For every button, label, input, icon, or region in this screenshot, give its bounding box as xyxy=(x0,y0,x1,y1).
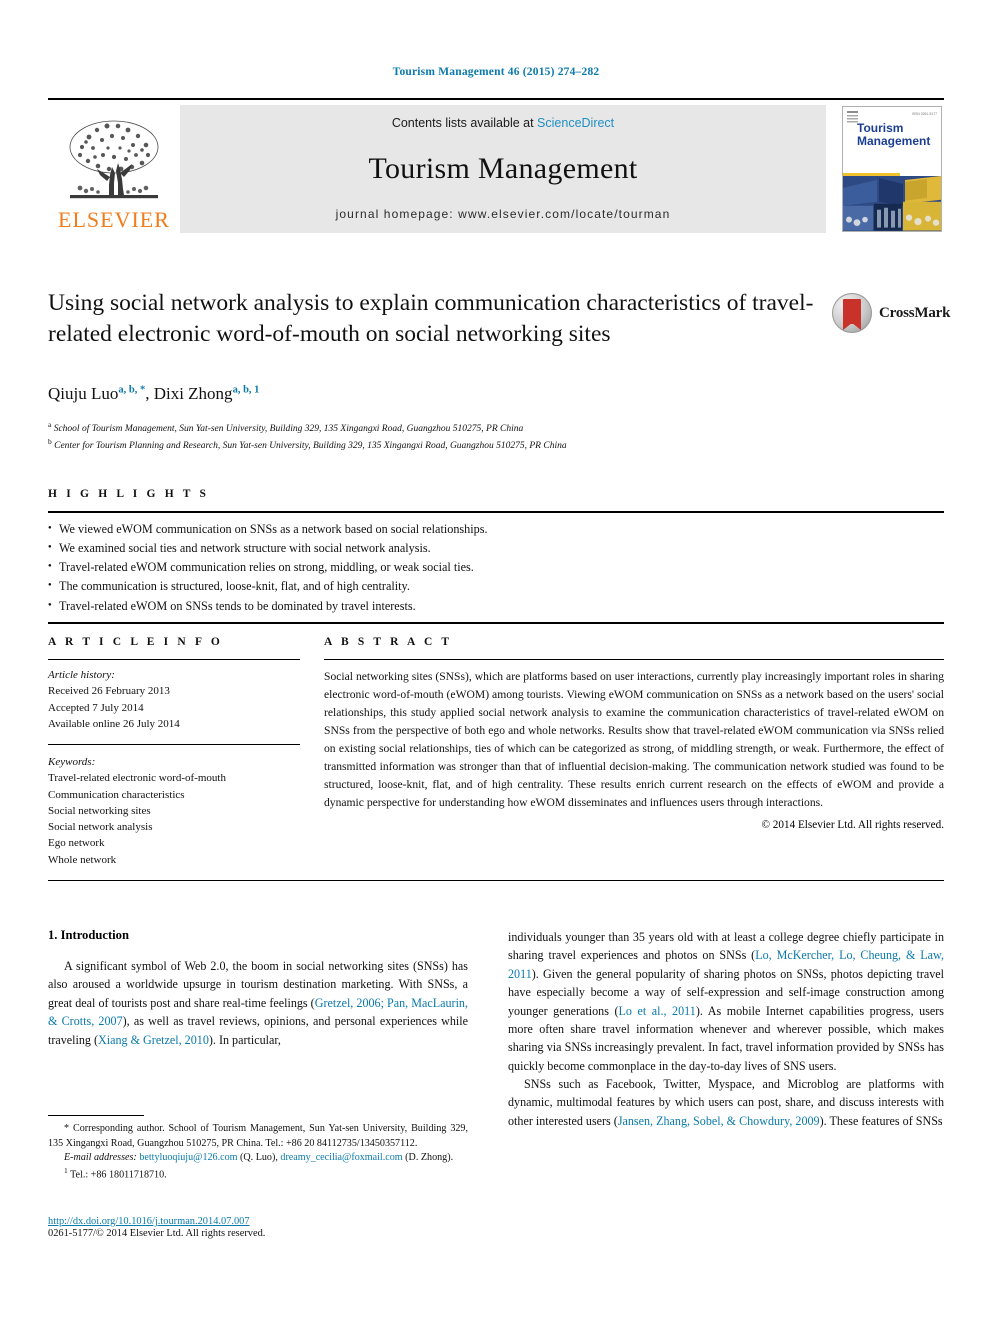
cover-photo xyxy=(843,176,941,231)
author-marks-2: a, b, 1 xyxy=(232,384,260,396)
highlight-item: We examined social ties and network stru… xyxy=(48,539,944,558)
highlight-item: We viewed eWOM communication on SNSs as … xyxy=(48,520,944,539)
keyword-item: Whole network xyxy=(48,853,117,866)
footnote-corresponding-author: * Corresponding author. School of Touris… xyxy=(48,1123,468,1149)
running-head: Tourism Management 46 (2015) 274–282 xyxy=(392,66,600,78)
highlights-divider xyxy=(48,511,944,513)
keywords-label: Keywords: xyxy=(48,756,96,769)
body-top-divider xyxy=(48,880,944,881)
title-block: Using social network analysis to explain… xyxy=(48,288,818,349)
journal-title: Tourism Management xyxy=(368,151,638,185)
article-info-section: A R T I C L E I N F O Article history: R… xyxy=(48,636,300,868)
journal-masthead: ELSEVIER Contents lists available at Sci… xyxy=(48,98,944,233)
affiliations: a School of Tourism Management, Sun Yat-… xyxy=(48,420,808,454)
footer-block: http://dx.doi.org/10.1016/j.tourman.2014… xyxy=(48,1216,468,1239)
info-abstract-top-divider xyxy=(48,622,944,624)
highlights-heading: H I G H L I G H T S xyxy=(48,488,210,500)
crossmark-badge[interactable]: CrossMark xyxy=(832,292,952,334)
contents-available-line: Contents lists available at ScienceDirec… xyxy=(392,116,614,130)
citation-link[interactable]: Lo et al., 2011 xyxy=(619,1004,696,1018)
history-item: Available online 26 July 2014 xyxy=(48,717,180,730)
abstract-section: A B S T R A C T Social networking sites … xyxy=(324,636,944,831)
cover-issn-text: ISSN 0261-5177 xyxy=(911,112,937,116)
footnotes: * Corresponding author. School of Touris… xyxy=(48,1115,468,1183)
journal-homepage[interactable]: journal homepage: www.elsevier.com/locat… xyxy=(336,207,671,221)
affiliation-b: b Center for Tourism Planning and Resear… xyxy=(48,436,567,452)
highlight-item: The communication is structured, loose-k… xyxy=(48,577,944,596)
body-column-left: 1. Introduction A significant symbol of … xyxy=(48,928,468,1049)
paper-page: Tourism Management 46 (2015) 274–282 ELS… xyxy=(0,0,992,1323)
elsevier-tree-icon xyxy=(69,120,159,199)
author-marks-1: a, b, * xyxy=(118,384,146,396)
keyword-item: Social network analysis xyxy=(48,821,153,834)
email-link-1[interactable]: bettyluoqiuju@126.com xyxy=(139,1152,237,1163)
article-history-block: Article history: Received 26 February 20… xyxy=(48,667,300,732)
elsevier-wordmark: ELSEVIER xyxy=(58,207,170,232)
footnote-divider xyxy=(48,1115,144,1116)
highlight-item: Travel-related eWOM on SNSs tends to be … xyxy=(48,597,944,616)
author-name-2: Dixi Zhong xyxy=(153,384,233,403)
email-label: E-mail addresses: xyxy=(64,1152,137,1164)
citation-link[interactable]: Jansen, Zhang, Sobel, & Chowdury, 2009 xyxy=(618,1114,820,1128)
author-name-1: Qiuju Luo xyxy=(48,384,119,403)
abstract-heading: A B S T R A C T xyxy=(324,636,453,648)
keyword-item: Ego network xyxy=(48,837,105,850)
journal-band: Contents lists available at ScienceDirec… xyxy=(180,105,826,233)
affiliation-a: a School of Tourism Management, Sun Yat-… xyxy=(48,420,524,435)
email-link-2[interactable]: dreamy_cecilia@foxmail.com xyxy=(280,1152,402,1163)
keywords-block: Keywords: Travel-related electronic word… xyxy=(48,744,300,868)
section-heading-introduction: 1. Introduction xyxy=(48,928,129,942)
keyword-item: Social networking sites xyxy=(48,804,151,817)
citation-link[interactable]: Xiang & Gretzel, 2010 xyxy=(98,1033,209,1047)
issn-copyright-line: 0261-5177/© 2014 Elsevier Ltd. All right… xyxy=(48,1228,266,1239)
keyword-item: Communication characteristics xyxy=(48,788,185,801)
history-item: Accepted 7 July 2014 xyxy=(48,701,144,714)
sciencedirect-link[interactable]: ScienceDirect xyxy=(537,116,614,130)
history-item: Received 26 February 2013 xyxy=(48,685,170,698)
abstract-text: Social networking sites (SNSs), which ar… xyxy=(324,670,944,809)
elsevier-logo: ELSEVIER xyxy=(48,105,180,233)
cover-title: Tourism Management xyxy=(857,121,931,149)
abstract-copyright: © 2014 Elsevier Ltd. All rights reserved… xyxy=(761,818,945,831)
journal-cover-thumbnail: ISSN 0261-5177 Tourism Management xyxy=(840,105,944,233)
abstract-divider xyxy=(324,659,944,660)
highlight-item: Travel-related eWOM communication relies… xyxy=(48,558,944,577)
article-info-divider xyxy=(48,659,300,660)
article-info-heading: A R T I C L E I N F O xyxy=(48,636,223,648)
crossmark-label: CrossMark xyxy=(879,304,951,321)
article-history-label: Article history: xyxy=(48,669,115,681)
crossmark-icon xyxy=(832,293,872,333)
footnote-tel: 1 Tel.: +86 18011718710. xyxy=(64,1166,167,1181)
article-title: Using social network analysis to explain… xyxy=(48,290,814,347)
highlights-section: H I G H L I G H T S We viewed eWOM commu… xyxy=(48,488,944,616)
paragraph: A significant symbol of Web 2.0, the boo… xyxy=(48,959,469,1047)
paragraph: individuals younger than 35 years old wi… xyxy=(508,930,945,1073)
contents-prefix: Contents lists available at xyxy=(391,116,538,130)
body-column-right: individuals younger than 35 years old wi… xyxy=(508,928,944,1130)
highlights-list: We viewed eWOM communication on SNSs as … xyxy=(48,520,944,616)
paragraph: SNSs such as Facebook, Twitter, Myspace,… xyxy=(508,1077,944,1128)
keyword-item: Travel-related electronic word-of-mouth xyxy=(48,772,226,785)
footnote-emails: E-mail addresses: bettyluoqiuju@126.com … xyxy=(64,1152,454,1164)
author-list: Qiuju Luoa, b, *, Dixi Zhonga, b, 1 xyxy=(48,384,260,403)
doi-link[interactable]: http://dx.doi.org/10.1016/j.tourman.2014… xyxy=(48,1216,468,1227)
